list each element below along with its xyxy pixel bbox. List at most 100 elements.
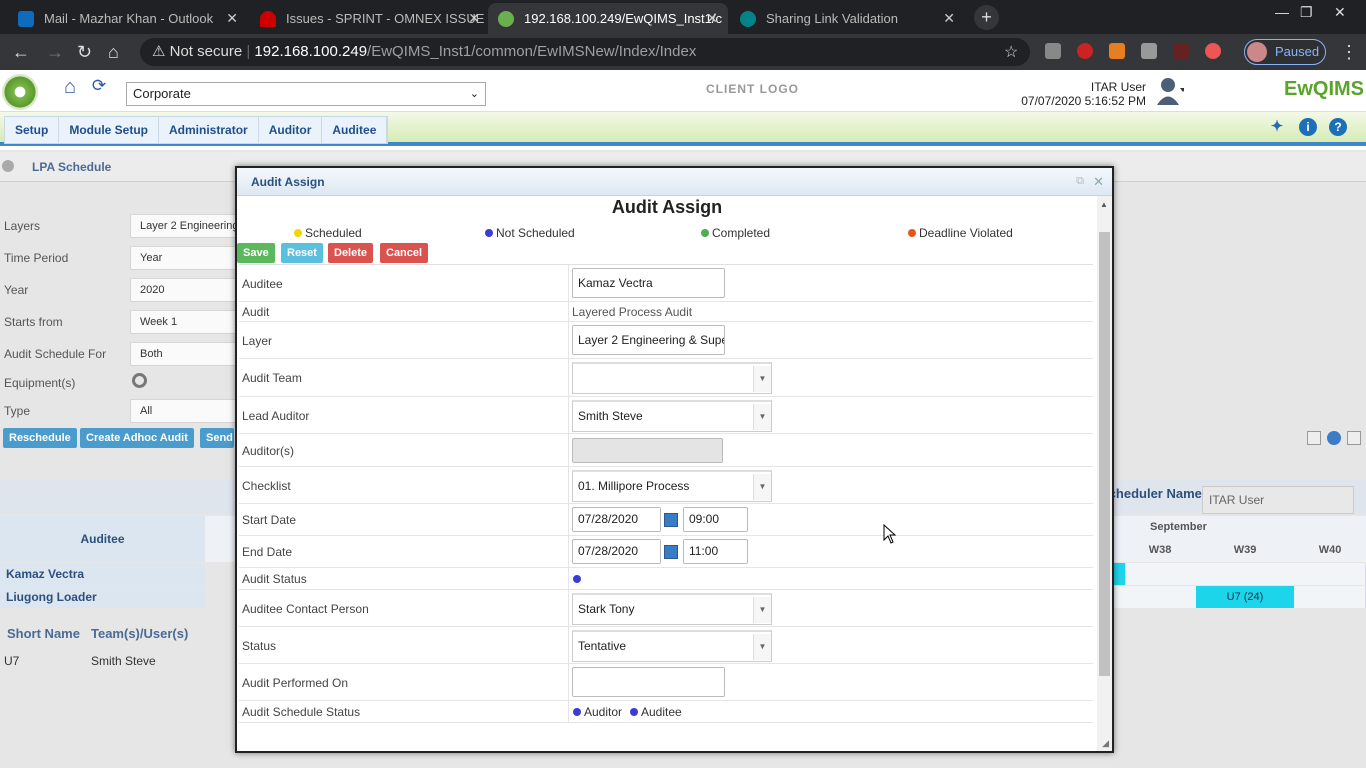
close-window-icon[interactable]: ✕: [1334, 4, 1346, 21]
menu-auditor[interactable]: Auditor: [259, 117, 323, 143]
dialog-title-bar: Audit Assign ⧉ ✕: [237, 168, 1112, 196]
forward-icon[interactable]: →: [46, 42, 64, 63]
site-select[interactable]: Corporate ⌄: [126, 82, 486, 106]
layer-field[interactable]: Layer 2 Engineering & Supe: [572, 325, 725, 355]
refresh-icon[interactable]: ⟳: [87, 76, 111, 100]
url-field[interactable]: ⚠ Not secure | 192.168.100.249/EwQIMS_In…: [140, 38, 1030, 66]
close-icon[interactable]: ✕: [226, 10, 238, 27]
home-icon[interactable]: ⌂: [108, 42, 119, 63]
auditee-row: Liugong Loader: [0, 586, 205, 608]
extension-icon[interactable]: [1045, 43, 1061, 59]
week-header: W40: [1318, 544, 1342, 556]
new-tab-button[interactable]: +: [974, 5, 999, 30]
legend-scheduled: Scheduled: [294, 226, 362, 240]
audit-status-indicator: [573, 575, 581, 583]
help-icon[interactable]: [1327, 431, 1341, 445]
row-performed-on: Audit Performed On: [239, 664, 1093, 701]
scheduled-audit-cell[interactable]: U7 (24): [1196, 586, 1294, 608]
back-icon[interactable]: ←: [12, 42, 30, 63]
calendar-icon[interactable]: [664, 545, 678, 559]
menu-module-setup[interactable]: Module Setup: [59, 117, 160, 143]
tab-sharing[interactable]: Sharing Link Validation ✕: [730, 3, 965, 34]
menu-kebab-icon[interactable]: ⋮: [1340, 42, 1358, 63]
extension-icon[interactable]: [1173, 43, 1189, 59]
row-auditee: Auditee Kamaz Vectra: [239, 265, 1093, 302]
cancel-button[interactable]: Cancel: [380, 243, 429, 263]
grid-view-icon[interactable]: [1347, 431, 1361, 445]
checklist-select[interactable]: 01. Millipore Process ▼: [572, 470, 772, 502]
reload-icon[interactable]: ↻: [77, 42, 92, 63]
brand-logo: EwQIMS: [1284, 78, 1365, 100]
restore-icon[interactable]: ❐: [1300, 4, 1313, 21]
tab-ewqims[interactable]: 192.168.100.249/EwQIMS_Inst1/c ✕: [488, 3, 728, 34]
menu-administrator[interactable]: Administrator: [159, 117, 259, 143]
row-status: Status Tentative ▼: [239, 627, 1093, 664]
main-menu-bar: Setup Module Setup Administrator Auditor…: [0, 112, 1366, 146]
schedule-bar[interactable]: [1114, 563, 1126, 585]
start-time-input[interactable]: 09:00: [683, 507, 748, 532]
bookmark-star-icon[interactable]: ☆: [1004, 42, 1018, 62]
create-adhoc-audit-button[interactable]: Create Adhoc Audit: [80, 428, 194, 448]
lead-auditor-select[interactable]: Smith Steve ▼: [572, 400, 772, 432]
performed-on-input[interactable]: [572, 667, 725, 697]
tab-issues[interactable]: Issues - SPRINT - OMNEX ISSUE ✕: [250, 3, 490, 34]
calendar-view-icon[interactable]: [1307, 431, 1321, 445]
close-icon[interactable]: ✕: [943, 10, 955, 27]
auditors-field[interactable]: [572, 438, 723, 463]
app-header: ⌂ ⟳ Corporate ⌄ CLIENT LOGO ITAR User 07…: [0, 70, 1366, 112]
end-date-input[interactable]: 07/28/2020: [572, 539, 661, 564]
menu-setup[interactable]: Setup: [5, 117, 60, 143]
extension-icon[interactable]: [1109, 43, 1125, 59]
dialog-body: Audit Assign Scheduled Not Scheduled Com…: [237, 196, 1097, 751]
filter-starts-from: Starts from Week 1: [0, 308, 240, 336]
popout-icon[interactable]: ⧉: [1076, 175, 1084, 188]
delete-button[interactable]: Delete: [328, 243, 374, 263]
client-logo: CLIENT LOGO: [706, 82, 799, 96]
reset-button[interactable]: Reset: [281, 243, 323, 263]
dialog-scrollbar[interactable]: ▲: [1097, 196, 1112, 751]
info-icon[interactable]: i: [1299, 118, 1317, 136]
end-time-input[interactable]: 11:00: [683, 539, 748, 564]
tab-outlook[interactable]: Mail - Mazhar Khan - Outlook ✕: [8, 3, 248, 34]
calendar-icon[interactable]: [664, 513, 678, 527]
close-icon[interactable]: ✕: [1093, 174, 1104, 190]
warning-icon: ⚠: [152, 43, 166, 60]
menu-auditee[interactable]: Auditee: [322, 117, 388, 143]
close-icon[interactable]: ✕: [468, 10, 480, 27]
row-audit: Audit Layered Process Audit: [239, 302, 1093, 322]
start-date-input[interactable]: 07/28/2020: [572, 507, 661, 532]
avatar: [1247, 42, 1267, 62]
chevron-down-icon: ▼: [753, 366, 771, 392]
reschedule-button[interactable]: Reschedule: [3, 428, 77, 448]
chevron-down-icon: ▼: [753, 404, 771, 430]
gear-icon[interactable]: [132, 373, 147, 388]
adblock-icon[interactable]: [1077, 43, 1093, 59]
user-icon[interactable]: [1156, 76, 1184, 106]
auditee-status: Auditee: [630, 705, 682, 719]
row-schedule-status: Audit Schedule Status Auditor Auditee: [239, 701, 1093, 723]
auditee-field[interactable]: Kamaz Vectra: [572, 268, 725, 298]
month-header: September: [1150, 521, 1207, 533]
help-icon[interactable]: ?: [1329, 118, 1347, 136]
pin-icon[interactable]: ✦: [1268, 118, 1286, 136]
chevron-down-icon: ▼: [753, 474, 771, 500]
extension-icon[interactable]: [1205, 43, 1221, 59]
scroll-up-icon[interactable]: ▲: [1100, 200, 1108, 209]
week-cell: [1114, 563, 1366, 585]
close-icon[interactable]: ✕: [706, 10, 718, 27]
scrollbar-thumb[interactable]: [1099, 232, 1110, 676]
filter-equipment: Equipment(s): [0, 369, 240, 397]
extension-icon[interactable]: [1141, 43, 1157, 59]
audit-team-select[interactable]: ▼: [572, 362, 772, 394]
row-contact-person: Auditee Contact Person Stark Tony ▼: [239, 590, 1093, 627]
row-checklist: Checklist 01. Millipore Process ▼: [239, 467, 1093, 504]
send-button[interactable]: Send: [200, 428, 234, 448]
minimize-icon[interactable]: —: [1275, 4, 1289, 20]
resize-handle-icon[interactable]: ◢: [1102, 738, 1109, 749]
chevron-down-icon: ⌄: [469, 88, 479, 100]
home-icon[interactable]: ⌂: [58, 76, 82, 100]
chevron-down-icon: ▼: [753, 597, 771, 623]
save-button[interactable]: Save: [237, 243, 275, 263]
contact-person-select[interactable]: Stark Tony ▼: [572, 593, 772, 625]
status-select[interactable]: Tentative ▼: [572, 630, 772, 662]
